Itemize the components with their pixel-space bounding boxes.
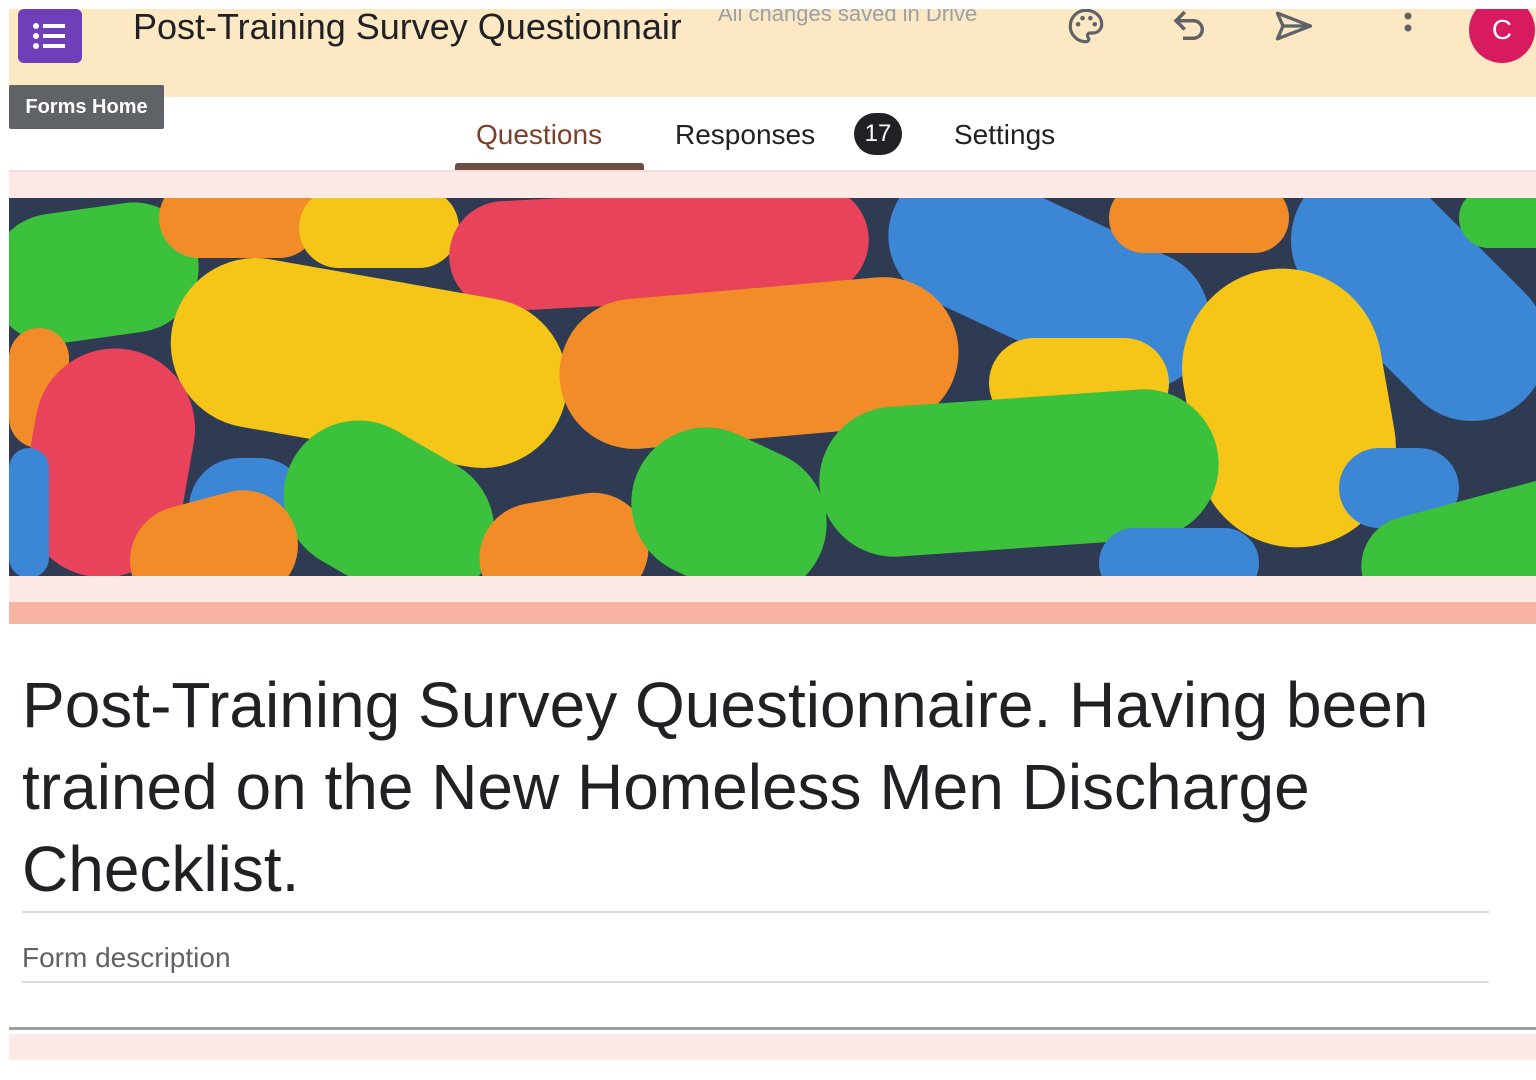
more-vert-icon[interactable] bbox=[1385, 9, 1431, 49]
active-tab-indicator bbox=[455, 163, 644, 170]
title-underline bbox=[22, 911, 1489, 913]
theme-background bbox=[9, 576, 1536, 602]
send-icon[interactable] bbox=[1271, 9, 1317, 49]
palette-icon[interactable] bbox=[1063, 9, 1109, 49]
undo-icon[interactable] bbox=[1167, 9, 1213, 49]
forms-home-tooltip: Forms Home bbox=[9, 85, 164, 129]
theme-background bbox=[9, 172, 1536, 198]
header-banner-image bbox=[9, 198, 1536, 576]
top-bar: Post-Training Survey Questionnaire All c… bbox=[9, 9, 1536, 97]
tab-settings[interactable]: Settings bbox=[954, 112, 1055, 158]
avatar[interactable]: C bbox=[1469, 9, 1535, 63]
responses-count-badge: 17 bbox=[854, 113, 902, 155]
tab-questions[interactable]: Questions bbox=[476, 112, 602, 158]
tab-responses[interactable]: Responses bbox=[675, 112, 815, 158]
form-description-field[interactable]: Form description bbox=[22, 938, 231, 978]
forms-list-icon[interactable] bbox=[18, 9, 82, 63]
description-underline bbox=[22, 981, 1489, 983]
save-status: All changes saved in Drive bbox=[718, 9, 978, 26]
form-title[interactable]: Post-Training Survey Questionnaire. Havi… bbox=[22, 664, 1462, 910]
card-accent-bar bbox=[9, 602, 1536, 624]
document-title[interactable]: Post-Training Survey Questionnaire bbox=[133, 9, 681, 49]
theme-background bbox=[9, 1034, 1536, 1060]
